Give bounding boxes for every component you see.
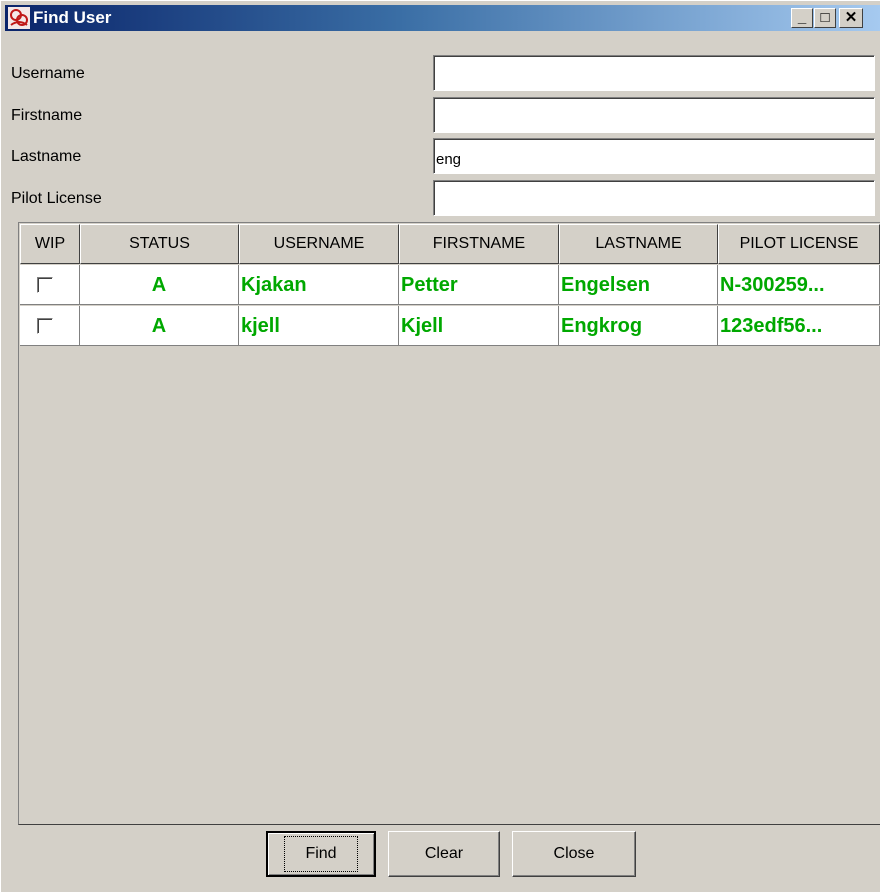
username-label: Username — [11, 65, 85, 82]
minimize-button[interactable]: _ — [791, 8, 813, 28]
pilot-license-label: Pilot License — [11, 190, 102, 207]
column-header-wip[interactable]: WIP — [20, 224, 80, 264]
column-header-lastname[interactable]: LASTNAME — [559, 224, 718, 264]
java-app-icon — [8, 7, 30, 29]
clear-button[interactable]: Clear — [388, 831, 500, 877]
find-button-label: Find — [284, 836, 358, 872]
maximize-button[interactable]: □ — [814, 8, 836, 28]
close-icon: ✕ — [844, 9, 858, 26]
column-header-pilot-license[interactable]: PILOT LICENSE — [718, 224, 880, 264]
firstname-label: Firstname — [11, 107, 83, 124]
pilot-license-field[interactable] — [433, 180, 875, 216]
find-user-window: Find User _ □ ✕ Username Firstname Lastn… — [0, 0, 880, 892]
table-cell-username[interactable]: Kjakan — [239, 265, 399, 305]
table-cell-firstname[interactable]: Kjell — [399, 306, 559, 346]
lastname-label: Lastname — [11, 148, 82, 165]
table-cell-username[interactable]: kjell — [239, 306, 399, 346]
find-button[interactable]: Find — [266, 831, 376, 877]
wip-checkbox[interactable] — [37, 277, 53, 293]
table-cell-firstname[interactable]: Petter — [399, 265, 559, 305]
close-window-button[interactable]: ✕ — [839, 8, 863, 28]
wip-checkbox[interactable] — [37, 318, 53, 334]
maximize-icon: □ — [820, 9, 830, 26]
close-button[interactable]: Close — [512, 831, 636, 877]
table-cell-pilot-license[interactable]: N-300259... — [718, 265, 880, 305]
column-header-username[interactable]: USERNAME — [239, 224, 399, 264]
title-bar[interactable]: Find User _ □ ✕ — [5, 5, 880, 31]
username-field[interactable] — [433, 55, 875, 91]
minimize-icon: _ — [797, 9, 807, 26]
table-cell-lastname[interactable]: Engkrog — [559, 306, 718, 346]
lastname-field[interactable] — [433, 138, 875, 174]
column-header-firstname[interactable]: FIRSTNAME — [399, 224, 559, 264]
table-row-1-wip[interactable] — [20, 265, 80, 305]
table-cell-status[interactable]: A — [80, 265, 239, 305]
table-row-2-wip[interactable] — [20, 306, 80, 346]
table-cell-status[interactable]: A — [80, 306, 239, 346]
window-title: Find User — [33, 8, 112, 27]
column-header-status[interactable]: STATUS — [80, 224, 239, 264]
table-cell-lastname[interactable]: Engelsen — [559, 265, 718, 305]
table-cell-pilot-license[interactable]: 123edf56... — [718, 306, 880, 346]
firstname-field[interactable] — [433, 97, 875, 133]
